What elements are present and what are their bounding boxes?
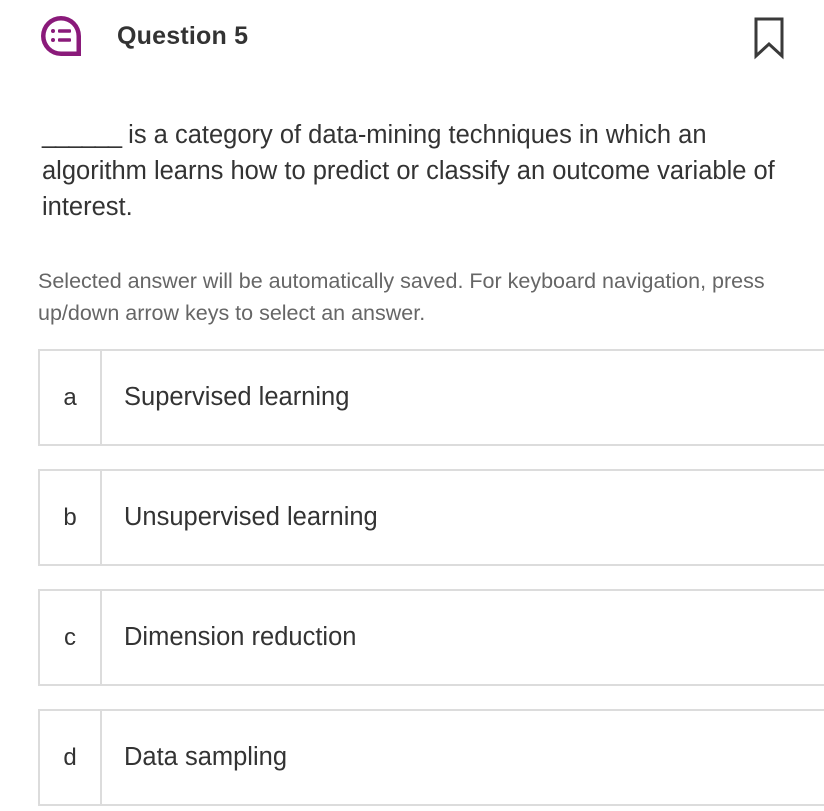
option-label: Unsupervised learning (124, 503, 378, 531)
answer-options: a Supervised learning b Unsupervised lea… (38, 349, 824, 811)
question-text: ______ is a category of data-mining tech… (42, 117, 812, 225)
option-label: Dimension reduction (124, 623, 357, 651)
quiz-page: Question 5 ______ is a category of data-… (0, 0, 824, 811)
option-letter: d (40, 711, 102, 804)
answer-option-b[interactable]: b Unsupervised learning (38, 469, 824, 566)
answer-blank: ______ (42, 121, 122, 149)
question-header: Question 5 (0, 0, 824, 80)
instructions-text: Selected answer will be automatically sa… (38, 269, 765, 325)
bookmark-icon[interactable] (752, 16, 786, 60)
answer-option-c[interactable]: c Dimension reduction (38, 589, 824, 686)
answer-option-d[interactable]: d Data sampling (38, 709, 824, 806)
option-letter: c (40, 591, 102, 684)
question-list-icon (38, 13, 84, 59)
question-title: Question 5 (117, 22, 249, 50)
option-letter: b (40, 471, 102, 564)
answer-option-a[interactable]: a Supervised learning (38, 349, 824, 446)
option-label: Data sampling (124, 743, 287, 771)
option-label: Supervised learning (124, 383, 350, 411)
question-body: is a category of data-mining techniques … (42, 121, 775, 221)
option-letter: a (40, 351, 102, 444)
